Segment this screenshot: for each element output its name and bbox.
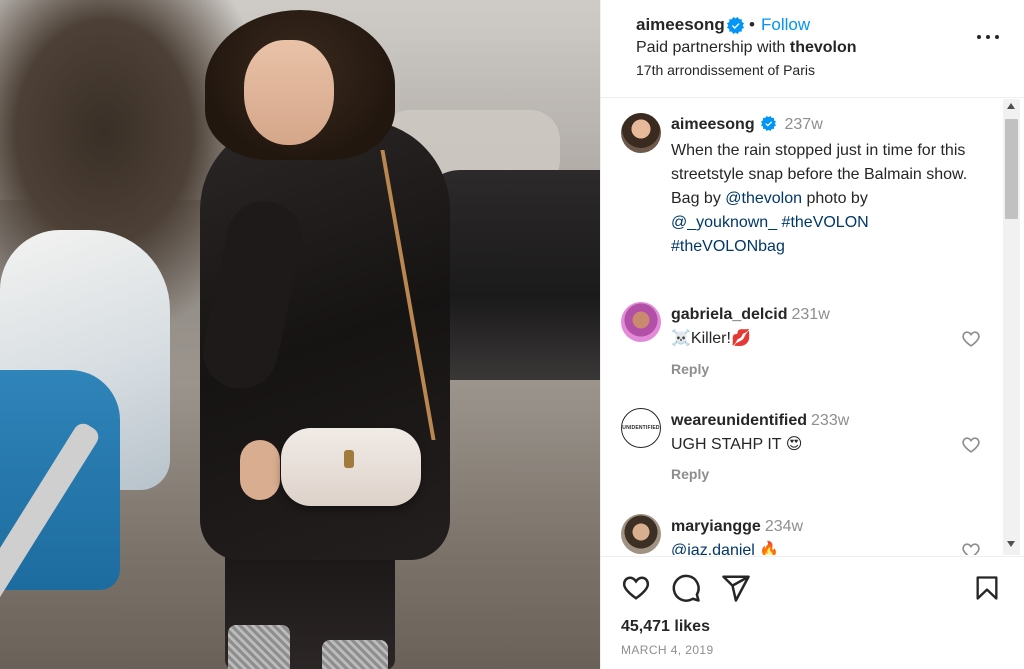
more-dot <box>977 35 981 39</box>
avatar-logo-text: UNIDENTIFIED <box>622 425 660 431</box>
verified-badge-icon <box>761 115 777 139</box>
photo-bag-clasp <box>344 450 354 468</box>
comment-time[interactable]: 233w <box>811 412 849 429</box>
caption-body: aimeesong 237w When the rain stopped jus… <box>671 113 991 259</box>
comment-text: Killer! <box>690 330 731 347</box>
scroll-up-arrow-icon[interactable] <box>1007 103 1015 109</box>
heart-icon[interactable] <box>961 435 981 455</box>
verified-badge-icon <box>727 17 744 39</box>
comment-time[interactable]: 234w <box>765 518 803 535</box>
emoji: 🔥 <box>759 542 780 555</box>
more-options-icon[interactable] <box>977 33 999 41</box>
caption-text: photo by <box>802 190 868 207</box>
caption-username[interactable]: aimeesong <box>671 116 755 133</box>
avatar[interactable] <box>621 113 661 153</box>
share-icon[interactable] <box>721 573 753 605</box>
post-date[interactable]: MARCH 4, 2019 <box>621 643 714 657</box>
comment-username[interactable]: gabriela_delcid <box>671 306 788 323</box>
header-separator: • <box>749 15 755 34</box>
emoji: 💋 <box>730 330 751 347</box>
bookmark-icon[interactable] <box>973 573 1005 605</box>
mention-link[interactable]: @thevolon <box>725 190 802 207</box>
partner-link[interactable]: thevolon <box>790 39 857 56</box>
heart-icon[interactable] <box>961 541 981 555</box>
header-username[interactable]: aimeesong <box>636 15 725 35</box>
mention-link[interactable]: @jaz.daniel <box>671 542 755 555</box>
post-panel: aimeesong • Follow Paid partnership with… <box>600 0 1024 669</box>
avatar[interactable] <box>621 514 661 554</box>
comment-username[interactable]: weareunidentified <box>671 412 807 429</box>
scrollbar-thumb[interactable] <box>1005 119 1018 219</box>
follow-button[interactable]: Follow <box>761 15 810 35</box>
hashtag-link[interactable]: #theVOLONbag <box>671 238 785 255</box>
comment-icon[interactable] <box>671 573 703 605</box>
comment-username[interactable]: maryiangge <box>671 518 761 535</box>
photo-boot-left <box>228 625 290 669</box>
scroll-down-arrow-icon[interactable] <box>1007 541 1015 547</box>
post-actions: 45,471 likes MARCH 4, 2019 <box>601 556 1024 669</box>
hashtag-link[interactable]: #theVOLON <box>782 214 869 231</box>
heart-icon[interactable] <box>621 573 653 605</box>
caption-time[interactable]: 237w <box>785 116 823 133</box>
post-photo[interactable] <box>0 0 600 669</box>
heart-icon[interactable] <box>961 329 981 349</box>
reply-button[interactable]: Reply <box>671 466 709 482</box>
photo-face <box>244 40 334 145</box>
photo-hand <box>240 440 280 500</box>
paid-partnership-label: Paid partnership with thevolon <box>636 39 857 57</box>
comment-body: gabriela_delcid 231w ☠️Killer!💋 <box>671 303 991 351</box>
comments-scrollbar[interactable] <box>1003 99 1020 555</box>
more-dot <box>995 35 999 39</box>
more-dot <box>986 35 990 39</box>
avatar[interactable]: UNIDENTIFIED <box>621 408 661 448</box>
post-header: aimeesong • Follow Paid partnership with… <box>601 0 1024 98</box>
reply-button[interactable]: Reply <box>671 361 709 377</box>
likes-count[interactable]: 45,471 likes <box>621 618 710 636</box>
mention-link[interactable]: @_youknown_ <box>671 214 777 231</box>
comment-body: weareunidentified 233w UGH STAHP IT 😍 <box>671 409 991 457</box>
partnership-prefix: Paid partnership with <box>636 39 786 56</box>
location-link[interactable]: 17th arrondissement of Paris <box>636 62 815 78</box>
comment-body: maryiangge 234w @jaz.daniel 🔥 <box>671 515 991 555</box>
comment-text: UGH STAHP IT <box>671 436 782 453</box>
photo-boot-right <box>322 640 388 669</box>
emoji: ☠️ <box>671 330 691 347</box>
emoji: 😍 <box>785 436 803 453</box>
avatar[interactable] <box>621 302 661 342</box>
comment-time[interactable]: 231w <box>792 306 830 323</box>
comments-list[interactable]: aimeesong 237w When the rain stopped jus… <box>601 99 1001 555</box>
